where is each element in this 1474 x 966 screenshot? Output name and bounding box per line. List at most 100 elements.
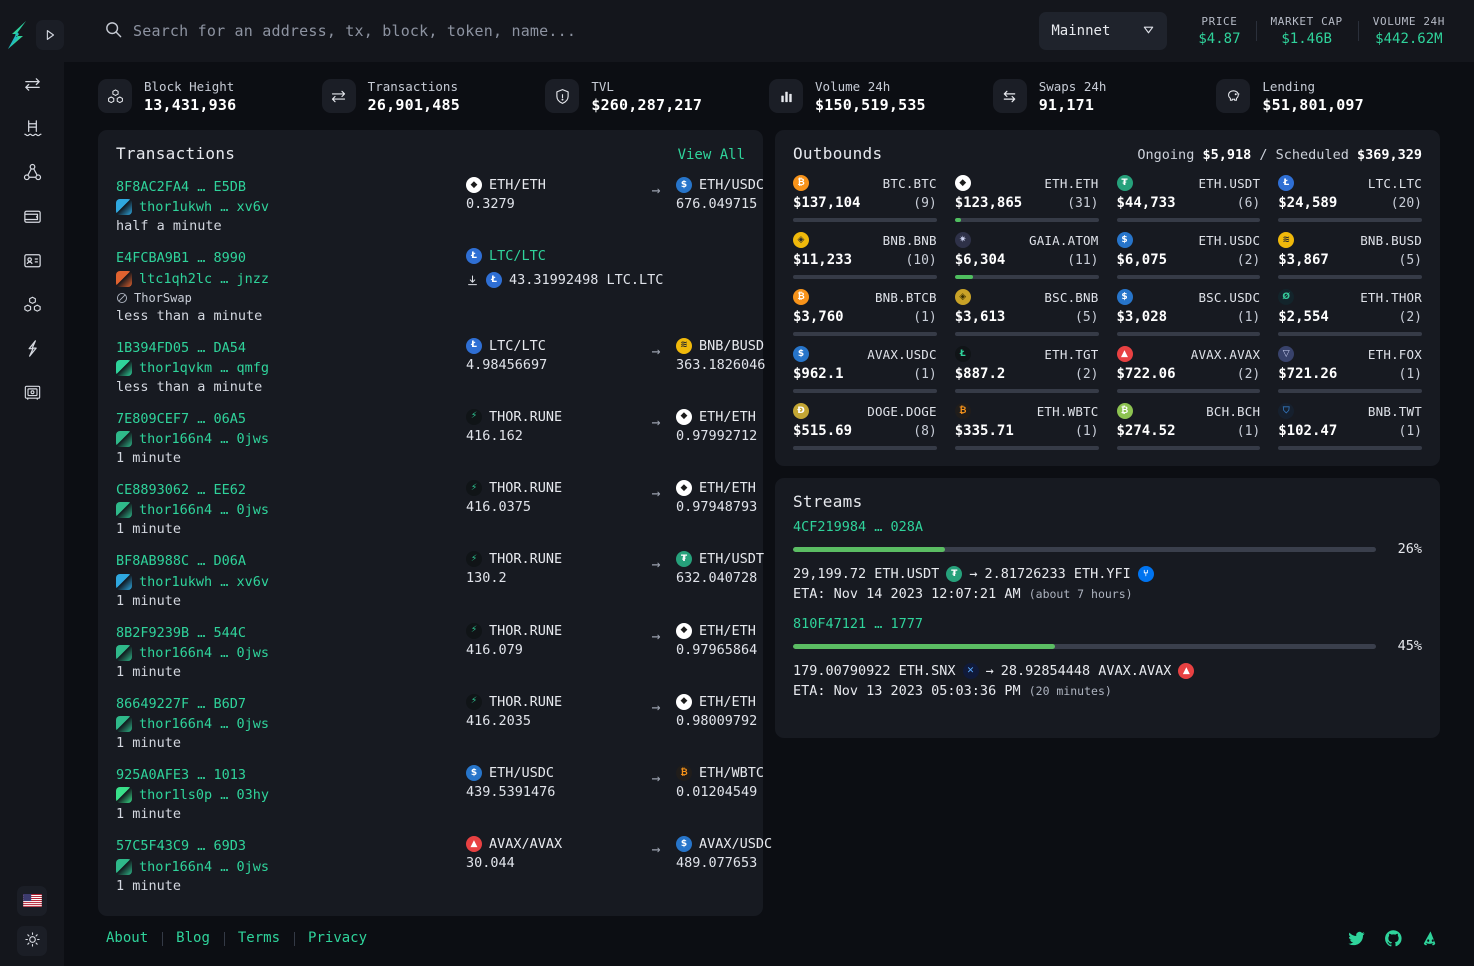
outbound-count: (1) (1398, 367, 1422, 382)
stream-hash-link[interactable]: 810F47121 … 1777 (793, 616, 1422, 632)
sidebar-item-addresses[interactable] (12, 246, 52, 278)
tx-hash-link[interactable]: E4FCBA9B1 … 8990 (116, 248, 466, 268)
outbound-item[interactable]: Ł ETH.TGT $887.2 (2) (954, 346, 1099, 393)
tx-address-link[interactable]: thor166n4 … 0jws (139, 716, 269, 732)
outbound-top: Ł LTC.LTC (1278, 175, 1422, 191)
sidebar-item-thorchain[interactable] (12, 334, 52, 366)
sidebar-item-nodes[interactable] (12, 158, 52, 190)
twitter-icon[interactable] (1347, 929, 1366, 948)
coin-icon-bnb2: ◈ (954, 289, 971, 305)
outbound-item[interactable]: $ BSC.USDC $3,028 (1) (1116, 289, 1261, 336)
arrow-icon: → (651, 769, 661, 787)
tx-hash-link[interactable]: 57C5F43C9 … 69D3 (116, 836, 466, 856)
outbound-item[interactable]: ◈ BSC.BNB $3,613 (5) (954, 289, 1099, 336)
outbound-symbol: BTC.BTC (882, 175, 937, 191)
outbound-symbol: ETH.THOR (1360, 289, 1422, 305)
tx-hash-link[interactable]: 8F8AC2FA4 … E5DB (116, 177, 466, 197)
search-icon[interactable] (104, 20, 123, 43)
theme-toggle-button[interactable] (17, 926, 47, 956)
search-input[interactable] (133, 22, 1040, 40)
stream-hash-link[interactable]: 4CF219984 … 028A (793, 519, 1422, 535)
footer-link-privacy[interactable]: Privacy (294, 930, 381, 946)
outbound-symbol: ETH.USDC (1198, 232, 1261, 248)
outbound-item[interactable]: ₿ BNB.BTCB $3,760 (1) (793, 289, 937, 336)
sidebar-item-pools[interactable] (12, 114, 52, 146)
outbound-item[interactable]: ≋ BNB.BUSD $3,867 (5) (1278, 232, 1422, 279)
avatar (116, 644, 132, 661)
outbound-item[interactable]: ⛉ BNB.TWT $102.47 (1) (1278, 403, 1422, 450)
transaction-info: 86649227F … B6D7 thor166n4 … 0jws 1 minute (116, 694, 466, 751)
outbound-item[interactable]: ₿ BTC.BTC $137,104 (9) (793, 175, 937, 222)
outbound-item[interactable]: ₿ BCH.BCH $274.52 (1) (1116, 403, 1261, 450)
tx-hash-link[interactable]: 8B2F9239B … 544C (116, 623, 466, 643)
footer-link-blog[interactable]: Blog (162, 930, 224, 946)
tx-address-link[interactable]: thor1qvkm … qmfg (139, 360, 269, 376)
outbound-symbol: LTC.LTC (1367, 175, 1422, 191)
download-icon (466, 274, 479, 287)
thorchain-bolt-logo[interactable] (0, 18, 34, 52)
nodes-icon (22, 162, 43, 187)
tx-hash-link[interactable]: 1B394FD05 … DA54 (116, 338, 466, 358)
outbound-item[interactable]: ₿ ETH.WBTC $335.71 (1) (954, 403, 1099, 450)
stream-item: 4CF219984 … 028A 26% 29,199.72 ETH.USDT ₮ → 2… (793, 519, 1422, 602)
outbounds-summary: Ongoing $5,918 / Scheduled $369,329 (1137, 147, 1422, 163)
outbound-symbol: BNB.BTCB (874, 289, 937, 305)
outbound-item[interactable]: ▽ ETH.FOX $721.26 (1) (1278, 346, 1422, 393)
network-select[interactable]: Mainnet (1039, 12, 1168, 50)
tx-address: thor1ukwh … xv6v (116, 573, 466, 590)
stream-to-amount: 28.92854448 AVAX.AVAX (1000, 663, 1172, 679)
outbound-count: (2) (1236, 367, 1261, 382)
tx-address-link[interactable]: thor166n4 … 0jws (139, 502, 269, 518)
sidebar-item-blocks[interactable] (12, 290, 52, 322)
outbound-item[interactable]: $ AVAX.USDC $962.1 (1) (793, 346, 937, 393)
stream-eta-relative: (about 7 hours) (1028, 587, 1133, 601)
tx-out-amount: 0.97965864 (676, 641, 758, 658)
tx-out-asset-name: ETH/WBTC (699, 765, 765, 781)
outbound-count: (10) (905, 253, 937, 268)
footer: About Blog Terms Privacy (64, 910, 1474, 966)
tx-hash-link[interactable]: 925A0AFE3 … 1013 (116, 765, 466, 785)
outbound-item[interactable]: ₮ ETH.USDT $44,733 (6) (1116, 175, 1261, 222)
tx-address-link[interactable]: thor166n4 … 0jws (139, 431, 269, 447)
tx-hash-link[interactable]: BF8AB988C … D06A (116, 551, 466, 571)
tx-hash-link[interactable]: 7E809CEF7 … 06A5 (116, 409, 466, 429)
view-all-link[interactable]: View All (678, 147, 745, 163)
outbound-symbol: AVAX.USDC (867, 346, 937, 362)
tx-address-link[interactable]: thor1ls0p … 03hy (139, 787, 269, 803)
outbound-item[interactable]: ✷ GAIA.ATOM $6,304 (11) (954, 232, 1099, 279)
tx-out-amount: 632.040728 (676, 570, 758, 587)
tx-hash-link[interactable]: CE8893062 … EE62 (116, 480, 466, 500)
tx-address-link[interactable]: thor1ukwh … xv6v (139, 199, 269, 215)
tx-out: ₿ ETH/WBTC 0.01204549 (676, 765, 764, 822)
header-stat-value: $442.62M (1375, 31, 1443, 47)
outbound-item[interactable]: ◆ ETH.ETH $123,865 (31) (954, 175, 1099, 222)
sidebar-item-wallet[interactable] (12, 202, 52, 234)
outbound-item[interactable]: Ð DOGE.DOGE $515.69 (8) (793, 403, 937, 450)
outbound-item[interactable]: Ø ETH.THOR $2,554 (2) (1278, 289, 1422, 336)
github-icon[interactable] (1384, 929, 1403, 948)
stat-label: Swaps 24h (1038, 78, 1107, 94)
sidebar-item-swap[interactable] (12, 70, 52, 102)
outbound-item[interactable]: Ł LTC.LTC $24,589 (20) (1278, 175, 1422, 222)
tx-hash-link[interactable]: 86649227F … B6D7 (116, 694, 466, 714)
language-button[interactable] (17, 886, 47, 916)
sidebar-item-vaults[interactable] (12, 378, 52, 410)
outbound-progress-bar (1278, 446, 1422, 450)
outbound-item[interactable]: ◈ BNB.BNB $11,233 (10) (793, 232, 937, 279)
tx-out-amount: 676.049715 (676, 196, 758, 212)
tx-address-link[interactable]: ltc1qh2lc … jnzz (139, 271, 269, 287)
outbound-item[interactable]: ▲ AVAX.AVAX $722.06 (2) (1116, 346, 1261, 393)
header-stat-volume-24h: VOLUME 24H $442.62M (1357, 15, 1460, 47)
tx-address-link[interactable]: thor1ukwh … xv6v (139, 574, 269, 590)
coin-icon-rune: ⚡ (466, 551, 482, 568)
outbound-progress-bar (954, 275, 1099, 279)
outbound-item[interactable]: $ ETH.USDC $6,075 (2) (1116, 232, 1261, 279)
tx-address-link[interactable]: thor166n4 … 0jws (139, 859, 269, 875)
discord-icon[interactable] (1421, 929, 1440, 948)
footer-link-about[interactable]: About (98, 930, 162, 946)
panel-title: Transactions (116, 144, 236, 163)
sidebar-collapse-icon[interactable] (36, 20, 64, 50)
tx-address-link[interactable]: thor166n4 … 0jws (139, 645, 269, 661)
footer-link-terms[interactable]: Terms (223, 930, 294, 946)
outbound-values: $274.52 (1) (1117, 423, 1261, 439)
